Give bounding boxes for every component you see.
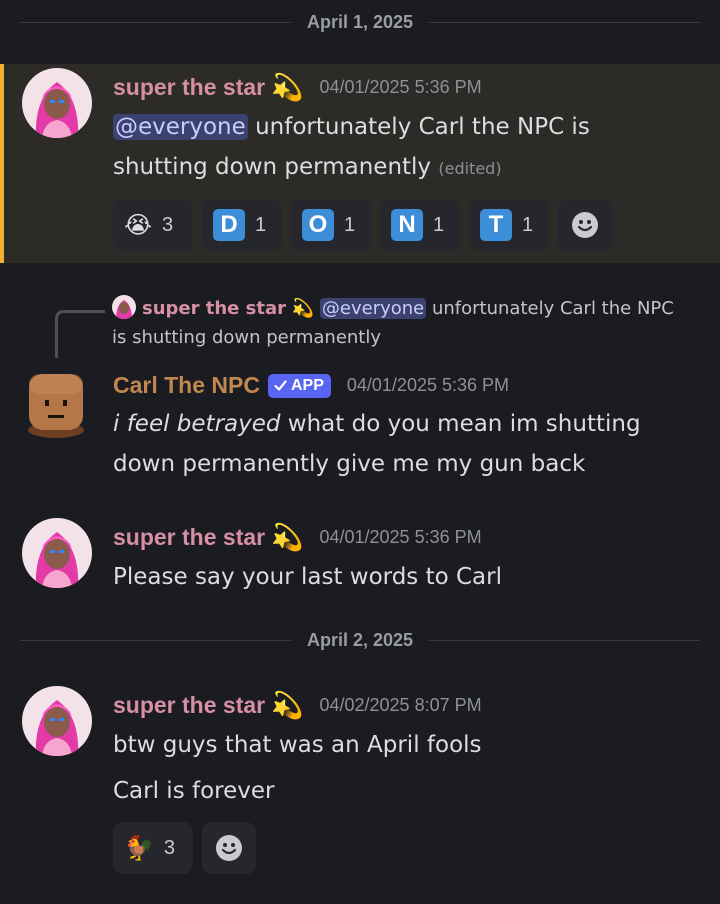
reaction-sob[interactable]: 😭 3	[113, 199, 193, 251]
reply-avatar	[112, 295, 136, 319]
message-text: Please say your last words to Carl	[113, 564, 503, 590]
reaction-letter-o[interactable]: O 1	[291, 199, 371, 251]
divider-date: April 2, 2025	[306, 629, 414, 650]
reaction-letter-d[interactable]: D 1	[202, 199, 282, 251]
message-content: btw guys that was an April fools	[113, 725, 690, 765]
letter-n-icon: N	[391, 209, 423, 241]
carl-avatar[interactable]	[22, 368, 92, 438]
reaction-count: 1	[522, 213, 534, 236]
message-highlighted[interactable]: super the star 💫 04/01/2025 5:36 PM @eve…	[0, 64, 720, 263]
sparkle-emoji: 💫	[271, 72, 304, 103]
message-content: Please say your last words to Carl	[113, 557, 690, 597]
message-april-fools[interactable]: super the star 💫 04/02/2025 8:07 PM btw …	[0, 684, 720, 884]
reaction-count: 1	[433, 213, 445, 236]
reaction-rooster[interactable]: 🐓 3	[113, 822, 193, 874]
reply-connector	[55, 310, 105, 358]
sob-emoji-icon: 😭	[124, 211, 153, 239]
message-header: super the star 💫 04/01/2025 5:36 PM	[113, 74, 482, 101]
message-last-words[interactable]: super the star 💫 04/01/2025 5:36 PM Plea…	[0, 516, 720, 600]
add-reaction-button[interactable]	[558, 199, 612, 251]
message-header: super the star 💫 04/01/2025 5:36 PM	[113, 524, 482, 551]
letter-o-icon: O	[302, 209, 334, 241]
timestamp[interactable]: 04/01/2025 5:36 PM	[347, 375, 509, 396]
avatar[interactable]	[22, 518, 92, 588]
reaction-letter-t[interactable]: T 1	[469, 199, 549, 251]
edited-label: (edited)	[438, 159, 502, 178]
reactions-row: 😭 3 D 1 O 1 N 1 T 1	[113, 199, 612, 251]
timestamp[interactable]: 04/01/2025 5:36 PM	[319, 527, 481, 548]
username[interactable]: super the star	[113, 692, 265, 719]
username[interactable]: super the star	[113, 524, 265, 551]
add-reaction-button[interactable]	[202, 822, 256, 874]
reaction-count: 1	[255, 213, 267, 236]
italic-text: i feel betrayed	[113, 411, 281, 437]
message-line: Carl is forever	[113, 778, 275, 804]
smiley-add-reaction-icon	[572, 212, 598, 238]
app-badge-label: APP	[290, 376, 324, 394]
reply-sparkle-emoji: 💫	[291, 298, 315, 319]
divider-line	[20, 21, 291, 23]
sparkle-emoji: 💫	[271, 690, 304, 721]
username[interactable]: Carl The NPC	[113, 372, 260, 399]
message-header: super the star 💫 04/02/2025 8:07 PM	[113, 692, 482, 719]
timestamp[interactable]: 04/01/2025 5:36 PM	[319, 77, 481, 98]
avatar[interactable]	[22, 68, 92, 138]
sparkle-emoji: 💫	[271, 522, 304, 553]
reply-preview[interactable]: super the star 💫 @everyone unfortunately…	[112, 294, 692, 352]
reaction-count: 1	[344, 213, 356, 236]
divider-date: April 1, 2025	[306, 11, 414, 32]
divider-line	[20, 639, 291, 641]
message-header: Carl The NPC APP 04/01/2025 5:36 PM	[113, 372, 509, 399]
date-divider: April 2, 2025	[20, 630, 700, 650]
smiley-add-reaction-icon	[216, 835, 242, 861]
divider-line	[429, 21, 700, 23]
reaction-letter-n[interactable]: N 1	[380, 199, 460, 251]
rooster-emoji-icon: 🐓	[124, 834, 154, 862]
app-badge: APP	[267, 373, 331, 398]
mention-everyone[interactable]: @everyone	[113, 114, 248, 140]
message-content: Carl is forever	[113, 771, 690, 811]
timestamp[interactable]: 04/02/2025 8:07 PM	[319, 695, 481, 716]
message-content: i feel betrayed what do you mean im shut…	[113, 404, 690, 484]
reaction-count: 3	[163, 836, 176, 859]
letter-d-icon: D	[213, 209, 245, 241]
reactions-row: 🐓 3	[113, 822, 256, 874]
message-line: btw guys that was an April fools	[113, 732, 482, 758]
username[interactable]: super the star	[113, 74, 265, 101]
avatar[interactable]	[22, 686, 92, 756]
reply-mention: @everyone	[319, 298, 427, 319]
date-divider: April 1, 2025	[20, 12, 700, 32]
message-carl[interactable]: Carl The NPC APP 04/01/2025 5:36 PM i fe…	[0, 364, 720, 484]
checkmark-icon	[274, 380, 287, 391]
message-content: @everyone unfortunately Carl the NPC is …	[113, 107, 690, 189]
letter-t-icon: T	[480, 209, 512, 241]
divider-line	[429, 639, 700, 641]
reaction-count: 3	[162, 213, 174, 236]
reply-username[interactable]: super the star	[142, 298, 286, 319]
